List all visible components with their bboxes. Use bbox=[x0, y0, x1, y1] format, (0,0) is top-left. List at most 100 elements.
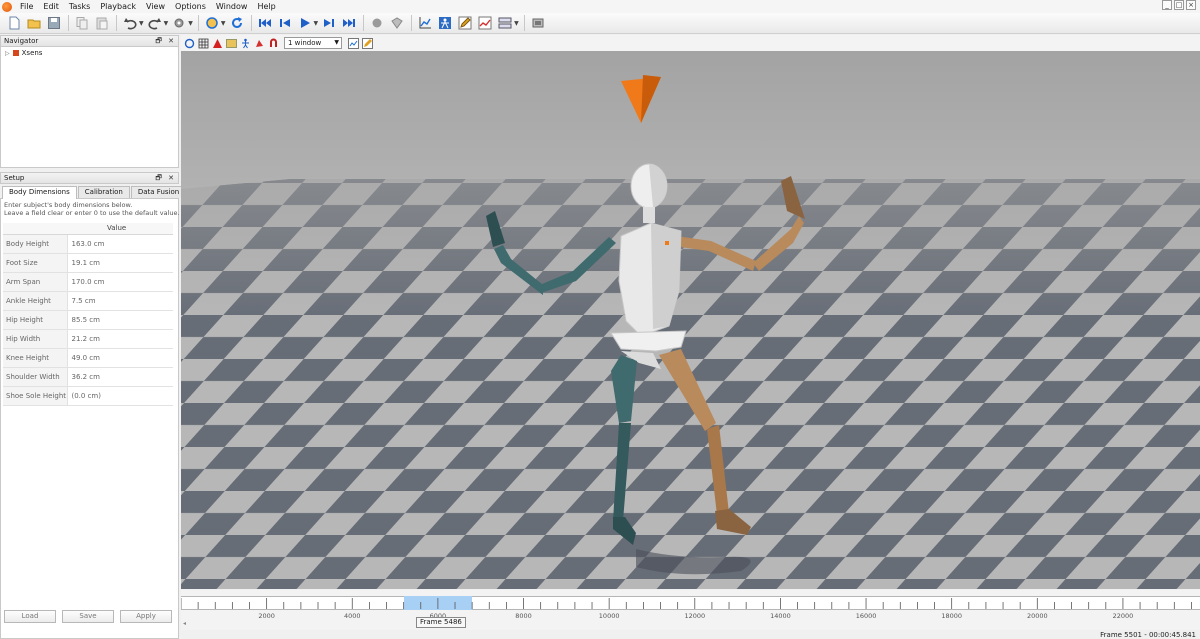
close-button[interactable]: × bbox=[1186, 0, 1196, 10]
screenshot-icon[interactable] bbox=[530, 15, 546, 31]
camera-reset-icon[interactable] bbox=[183, 37, 195, 49]
graph-icon[interactable] bbox=[417, 15, 433, 31]
undo-icon[interactable] bbox=[122, 15, 138, 31]
minimize-button[interactable]: _ bbox=[1162, 0, 1172, 10]
new-file-icon[interactable] bbox=[6, 15, 22, 31]
menu-view[interactable]: View bbox=[141, 0, 170, 13]
menu-options[interactable]: Options bbox=[170, 0, 211, 13]
menu-tasks[interactable]: Tasks bbox=[64, 0, 95, 13]
row-value[interactable]: 170.0 cm bbox=[67, 272, 173, 292]
play-dropdown-icon[interactable]: ▼ bbox=[314, 20, 319, 27]
warning-triangle-icon[interactable] bbox=[211, 37, 223, 49]
timeline-tick-label: 4000 bbox=[343, 612, 361, 620]
pelvis bbox=[610, 330, 687, 352]
tab-body-dimensions[interactable]: Body Dimensions bbox=[2, 186, 77, 199]
table-row[interactable]: Shoulder Width 36.2 cm bbox=[3, 367, 173, 387]
save-icon[interactable] bbox=[46, 15, 62, 31]
grid-icon[interactable] bbox=[197, 37, 209, 49]
apply-button[interactable]: Apply bbox=[120, 610, 172, 623]
skeleton-icon[interactable] bbox=[239, 37, 251, 49]
tab-data-fusion[interactable]: Data Fusion bbox=[130, 186, 187, 198]
navigator-panel-buttons[interactable]: 🗗 ✕ bbox=[155, 36, 176, 47]
toolbar-separator bbox=[68, 15, 69, 31]
row-value[interactable]: 85.5 cm bbox=[67, 310, 173, 330]
scene-canvas[interactable] bbox=[181, 51, 1200, 589]
layout-icon[interactable] bbox=[497, 15, 513, 31]
menu-playback[interactable]: Playback bbox=[95, 0, 141, 13]
navigator-title: Navigator bbox=[4, 37, 39, 45]
load-button[interactable]: Load bbox=[4, 610, 56, 623]
chart-icon[interactable] bbox=[477, 15, 493, 31]
skip-start-icon[interactable] bbox=[257, 15, 273, 31]
setup-tabs: Body Dimensions Calibration Data Fusion bbox=[2, 186, 187, 199]
timeline-scroll-left-icon[interactable]: ◂ bbox=[183, 620, 186, 627]
3d-viewport[interactable] bbox=[181, 51, 1200, 589]
toolbar-separator bbox=[411, 15, 413, 31]
window-layout-select[interactable]: 1 window ▼ bbox=[284, 37, 342, 49]
tree-item-xsens[interactable]: ▷ Xsens bbox=[5, 49, 42, 57]
setup-description-line1: Enter subject's body dimensions below. bbox=[4, 201, 133, 209]
paste-icon[interactable] bbox=[94, 15, 110, 31]
menu-file[interactable]: File bbox=[15, 0, 38, 13]
table-row[interactable]: Arm Span 170.0 cm bbox=[3, 272, 173, 292]
window-select-value: 1 window bbox=[288, 39, 322, 47]
reprocess-dropdown-icon[interactable]: ▼ bbox=[221, 20, 226, 27]
row-value[interactable]: (0.0 cm) bbox=[67, 386, 173, 406]
menu-edit[interactable]: Edit bbox=[38, 0, 64, 13]
redo-icon[interactable] bbox=[147, 15, 163, 31]
timeline-tick-label: 14000 bbox=[770, 612, 791, 620]
body-dimensions-table: Value Body Height 163.0 cm Foot Size 19.1 … bbox=[3, 223, 173, 406]
play-icon[interactable] bbox=[297, 15, 313, 31]
table-row[interactable]: Knee Height 49.0 cm bbox=[3, 348, 173, 368]
step-forward-icon[interactable] bbox=[321, 15, 337, 31]
foot-icon[interactable] bbox=[253, 37, 265, 49]
row-value[interactable]: 21.2 cm bbox=[67, 329, 173, 349]
viewport-toolbar: 1 window ▼ bbox=[181, 35, 1200, 51]
undo-dropdown-icon[interactable]: ▼ bbox=[139, 20, 144, 27]
row-label: Foot Size bbox=[3, 253, 68, 273]
row-value[interactable]: 7.5 cm bbox=[67, 291, 173, 311]
setup-title: Setup bbox=[4, 174, 25, 182]
table-row[interactable]: Hip Height 85.5 cm bbox=[3, 310, 173, 330]
chart-view-icon[interactable] bbox=[347, 37, 359, 49]
table-row[interactable]: Hip Width 21.2 cm bbox=[3, 329, 173, 349]
pencil-icon[interactable] bbox=[457, 15, 473, 31]
record-icon[interactable] bbox=[369, 15, 385, 31]
frame-tooltip: Frame 5486 bbox=[416, 617, 466, 628]
table-row[interactable]: Body Height 163.0 cm bbox=[3, 234, 173, 254]
menu-help[interactable]: Help bbox=[252, 0, 280, 13]
edit-view-icon[interactable] bbox=[361, 37, 373, 49]
settings-dropdown-icon[interactable]: ▼ bbox=[188, 20, 193, 27]
row-value[interactable]: 163.0 cm bbox=[67, 234, 173, 254]
marker-icon[interactable] bbox=[389, 15, 405, 31]
person-icon[interactable] bbox=[437, 15, 453, 31]
save-button[interactable]: Save bbox=[62, 610, 114, 623]
toolbar-separator bbox=[116, 15, 117, 31]
menu-window[interactable]: Window bbox=[211, 0, 253, 13]
setup-description-line2: Leave a field clear or enter 0 to use th… bbox=[4, 209, 180, 217]
row-value[interactable]: 19.1 cm bbox=[67, 253, 173, 273]
redo-dropdown-icon[interactable]: ▼ bbox=[164, 20, 169, 27]
row-label: Knee Height bbox=[3, 348, 68, 368]
table-row[interactable]: Ankle Height 7.5 cm bbox=[3, 291, 173, 311]
open-folder-icon[interactable] bbox=[26, 15, 42, 31]
layout-dropdown-icon[interactable]: ▼ bbox=[514, 20, 519, 27]
copy-icon[interactable] bbox=[74, 15, 90, 31]
value-column-header: Value bbox=[67, 223, 173, 235]
restore-button[interactable]: □ bbox=[1174, 0, 1184, 10]
table-row[interactable]: Foot Size 19.1 cm bbox=[3, 253, 173, 273]
row-value[interactable]: 49.0 cm bbox=[67, 348, 173, 368]
reprocess-icon[interactable] bbox=[204, 15, 220, 31]
setup-panel-buttons[interactable]: 🗗 ✕ bbox=[155, 173, 176, 184]
image-icon[interactable] bbox=[225, 37, 237, 49]
table-row[interactable]: Shoe Sole Height (0.0 cm) bbox=[3, 386, 173, 406]
magnet-icon[interactable] bbox=[267, 37, 279, 49]
refresh-icon[interactable] bbox=[229, 15, 245, 31]
settings-icon[interactable] bbox=[171, 15, 187, 31]
expand-arrow-icon[interactable]: ▷ bbox=[5, 50, 10, 57]
app-logo-icon bbox=[2, 1, 12, 12]
step-back-icon[interactable] bbox=[277, 15, 293, 31]
skip-end-icon[interactable] bbox=[341, 15, 357, 31]
tab-calibration[interactable]: Calibration bbox=[77, 186, 130, 198]
row-value[interactable]: 36.2 cm bbox=[67, 367, 173, 387]
